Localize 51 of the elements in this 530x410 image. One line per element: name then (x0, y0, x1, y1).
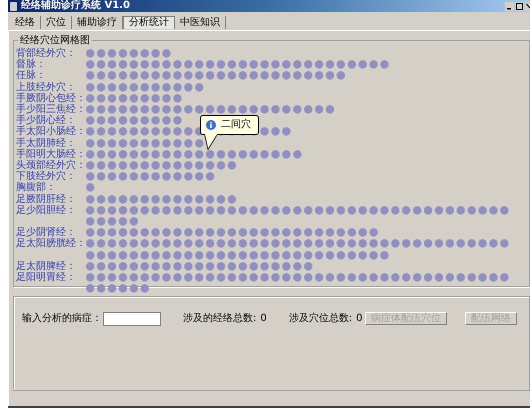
meridian-label: 足阳明胃经： (16, 272, 77, 284)
meridian-label: 任脉： (16, 70, 47, 82)
acupoint-dots[interactable]: ●●●●●●●● (86, 48, 174, 60)
meridian-label: 下肢经外穴： (16, 171, 77, 182)
acupoint-dots[interactable]: ●●●●●●●●● (86, 115, 184, 126)
acupoint-dots[interactable]: ●●●●●●●●●●●●●●●●●●●●●●●●●●●● (86, 59, 392, 70)
meridian-label: 手少阳三焦经： (16, 104, 86, 116)
minimize-icon[interactable] (505, 2, 514, 10)
input-field[interactable] (103, 312, 161, 326)
acupoint-dots[interactable]: ●●●●●●●●●●● (86, 82, 206, 93)
meridian-label: 足厥阴肝经： (16, 194, 77, 205)
acupoint-dots[interactable]: ●●●●●●●●●●●●●●●●●●●●●●●● (86, 70, 348, 82)
tab[interactable]: 中医知识 (175, 16, 226, 29)
meridian-label: 胸腹部： (16, 182, 57, 194)
meridian-total-value: 0 (260, 312, 267, 326)
meridian-label: 手太阴肺经： (16, 138, 77, 149)
panel-title: 经络穴位网格图 (19, 35, 91, 46)
meridian-label: 背部经外穴： (16, 48, 77, 59)
point-total-label: 涉及穴位总数: (288, 312, 352, 326)
meridian-label: 手少阴心经： (16, 115, 77, 126)
close-icon[interactable] (525, 2, 530, 10)
meridian-label: 足少阴肾经： (16, 227, 77, 238)
meridian-label: 头颈部经外穴： (16, 160, 86, 172)
maximize-icon[interactable] (515, 2, 524, 10)
acupoint-dots[interactable]: ●●●●●●●●●●●● (86, 171, 217, 182)
meridian-label: 手阳明大肠经： (16, 148, 86, 160)
acupoint-dots[interactable]: ●●●●●●●●●●●●●●●●●●●●●●● (86, 104, 337, 116)
tab[interactable]: 穴位 (41, 16, 72, 29)
meridian-label: 足太阴脾经： (16, 260, 77, 272)
acupoint-dots[interactable]: ●●●●●●●●●●● (86, 138, 206, 149)
meridian-label: 督脉： (16, 59, 47, 70)
meridian-total-label: 涉及的经络总数: (183, 312, 256, 326)
acupoint-dots[interactable]: ●●●●●●●●●●●●●● (86, 194, 239, 205)
input-label: 输入分析的病症： (22, 312, 102, 326)
acupoint-dots[interactable]: ●●●●●●●●●●●●●● (86, 160, 239, 172)
acupoint-dots[interactable]: ●●●●●●●●●●●●●●●●●●●●●●●●●●● (86, 227, 380, 238)
acupoint-dots[interactable]: ●●●●●●●●●●●●●●●●●●●●● (86, 260, 315, 272)
meridian-label: 上肢经外穴： (16, 82, 77, 93)
acupoint-dots[interactable]: ●●●●●●●●●●●●●●●●●●●● (86, 148, 304, 160)
tab[interactable]: 经络 (10, 16, 41, 29)
point-total-value: 0 (356, 312, 362, 326)
acupoint-dots[interactable]: ●●●●●●●●●●●●●●●●●●●●●●●●●●●●●●●●●●●●●●●●●●●●●●●●●●●●●●●●●●●●●●●●●●● (86, 238, 513, 261)
tab[interactable]: 分析统计 (123, 16, 175, 29)
meridian-label: 足太阳膀胱经： (16, 238, 86, 250)
acupoint-dots[interactable]: ●●●●●●●●●●●●●●●●●●●●●●●●●●●●●●●●●●●●●●●●●●●● (86, 204, 513, 228)
meridian-label: 手厥阴心包经： (16, 92, 86, 104)
acupoint-dots[interactable]: ● (86, 182, 97, 194)
acupoint-dots[interactable]: ●●●●●●●●●●●●●●●●●●●●●●●●●●●●●●●●●●●●●●●●●●●●● (86, 272, 513, 294)
meridian-label: 足少阳胆经： (16, 204, 77, 216)
acupoint-dots[interactable]: ●●●●●●●●● (86, 92, 184, 104)
meridian-label: 手太阳小肠经： (16, 126, 86, 138)
